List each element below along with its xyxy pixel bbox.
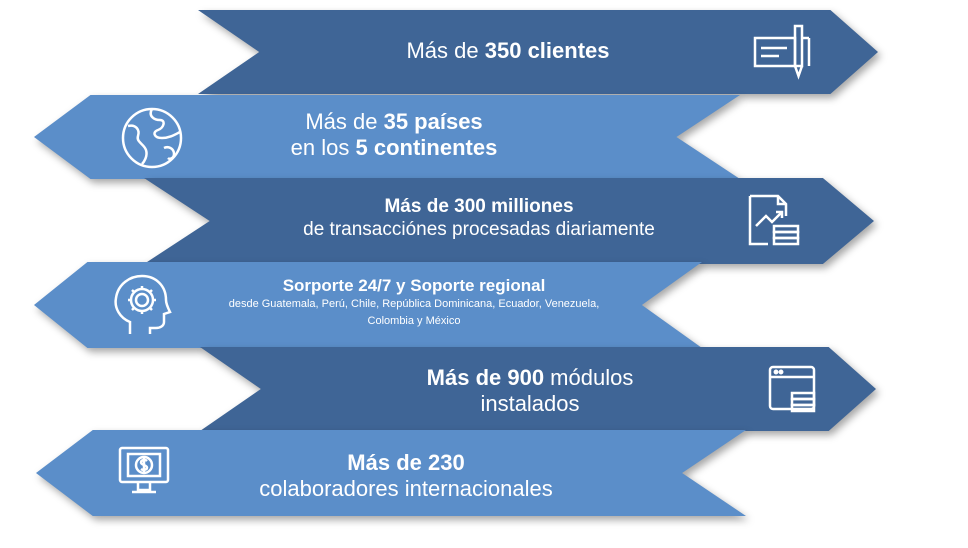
stat-suffix: módulos <box>544 365 634 390</box>
stat-text-clients: Más de 350 clientes <box>318 38 698 64</box>
stat-detail-2: Colombia y México <box>367 314 461 327</box>
stat-detail: de transacciónes procesadas diariamente <box>303 218 655 240</box>
stat-prefix: Más de <box>406 38 485 63</box>
stat-banner-modules: Más de 900 módulos instalados <box>200 347 876 431</box>
stat-value: 350 clientes <box>484 38 610 63</box>
check-ledger-icon <box>751 20 815 84</box>
stat-value: Sorporte 24/7 y Soporte regional <box>282 276 546 295</box>
stat-prefix: Más de <box>305 109 384 134</box>
stat-detail: colaboradores internacionales <box>259 476 553 502</box>
module-window-icon <box>766 363 822 419</box>
gear-head-icon <box>108 272 174 338</box>
dollar-monitor-icon <box>116 444 176 504</box>
stat-value: Más de 230 <box>347 450 465 475</box>
finance-report-icon <box>746 192 804 250</box>
stat-banner-transactions: Más de 300 milliones de transacciónes pr… <box>144 178 874 264</box>
stat-text-modules: Más de 900 módulos instalados <box>360 365 700 418</box>
stat-value-2: 5 continentes <box>355 135 498 161</box>
stat-text-countries: Más de 35 países en los 5 continentes <box>244 109 544 162</box>
stat-value: Más de 300 milliones <box>384 196 574 217</box>
stat-banner-clients: Más de 350 clientes <box>198 10 878 94</box>
stat-text-staff: Más de 230 colaboradores internacionales <box>216 450 596 503</box>
stat-value: 35 países <box>383 109 483 134</box>
stat-banner-support: Sorporte 24/7 y Soporte regional desde G… <box>34 262 702 348</box>
stat-banner-staff: Más de 230 colaboradores internacionales <box>36 430 746 516</box>
globe-icon <box>118 104 186 172</box>
stat-text-support: Sorporte 24/7 y Soporte regional desde G… <box>174 276 654 329</box>
stat-text-transactions: Más de 300 milliones de transacciónes pr… <box>234 196 724 242</box>
stat-prefix-2: en los <box>290 135 356 161</box>
stat-value: Más de 900 <box>426 365 545 390</box>
stat-detail: desde Guatemala, Perú, Chile, República … <box>228 298 600 311</box>
stat-detail: instalados <box>480 391 580 417</box>
stat-banner-countries: Más de 35 países en los 5 continentes <box>34 95 740 179</box>
